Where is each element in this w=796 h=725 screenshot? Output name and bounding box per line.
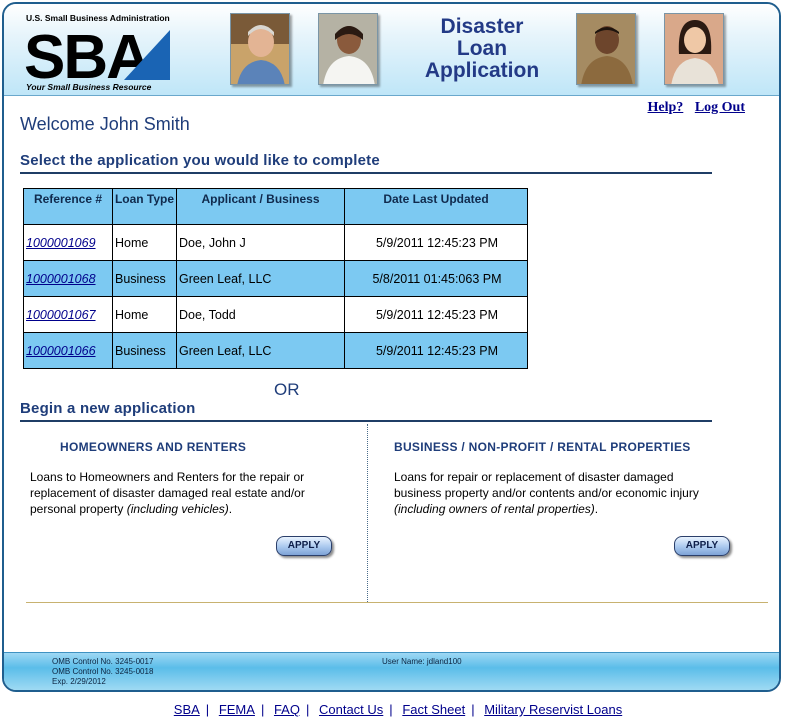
applicant-cell: Green Leaf, LLC bbox=[176, 332, 345, 369]
top-links: Help? Log Out bbox=[640, 100, 745, 116]
homeowners-panel: HOMEOWNERS AND RENTERS Loans to Homeowne… bbox=[20, 424, 367, 602]
nav-separator: | bbox=[305, 702, 310, 717]
nav-link-fema[interactable]: FEMA bbox=[219, 702, 255, 717]
omb-line: OMB Control No. 3245-0017 bbox=[52, 657, 154, 666]
column-header-loan-type: Loan Type bbox=[112, 188, 177, 225]
nav-separator: | bbox=[260, 702, 265, 717]
applicant-cell: Green Leaf, LLC bbox=[176, 260, 345, 297]
homeowners-heading: HOMEOWNERS AND RENTERS bbox=[60, 440, 247, 454]
omb-control-info: OMB Control No. 3245-0017 OMB Control No… bbox=[52, 657, 153, 687]
date-cell: 5/9/2011 12:45:23 PM bbox=[344, 332, 528, 369]
reference-link[interactable]: 1000001067 bbox=[26, 308, 96, 322]
section-divider bbox=[20, 420, 712, 422]
banner-title-line: Loan bbox=[456, 37, 508, 60]
nav-separator: | bbox=[471, 702, 475, 717]
banner-title-line: Application bbox=[424, 59, 540, 82]
business-description-end: . bbox=[594, 502, 599, 516]
photo-young-woman bbox=[664, 13, 724, 85]
business-description-italic: (including owners of rental properties) bbox=[394, 502, 595, 516]
photo-older-man bbox=[230, 13, 290, 85]
reference-cell: 1000001069 bbox=[23, 224, 113, 261]
applicant-cell: Doe, John J bbox=[176, 224, 345, 261]
new-application-panels: HOMEOWNERS AND RENTERS Loans to Homeowne… bbox=[20, 424, 764, 602]
section-divider bbox=[20, 172, 712, 174]
nav-link-sba[interactable]: SBA bbox=[174, 702, 200, 717]
welcome-message: Welcome John Smith bbox=[20, 114, 190, 134]
logo-tagline: Your Small Business Resource bbox=[26, 82, 152, 92]
business-description-text: Loans for repair or replacement of disas… bbox=[394, 470, 699, 500]
sba-logo[interactable]: U.S. Small Business Administration SBA Y… bbox=[20, 10, 170, 94]
omb-line: Exp. 2/29/2012 bbox=[52, 677, 106, 686]
loan-type-cell: Home bbox=[112, 296, 177, 333]
reference-link[interactable]: 1000001068 bbox=[26, 272, 96, 286]
table-row: 1000001068 Business Green Leaf, LLC 5/8/… bbox=[23, 260, 528, 297]
reference-cell: 1000001066 bbox=[23, 332, 113, 369]
apply-homeowners-button[interactable]: APPLY bbox=[276, 536, 332, 556]
apply-business-button[interactable]: APPLY bbox=[674, 536, 730, 556]
bottom-navigation: SBA | FEMA | FAQ | Contact Us | Fact Sheet | … bbox=[0, 702, 796, 717]
date-cell: 5/9/2011 12:45:23 PM bbox=[344, 224, 528, 261]
nav-separator: | bbox=[205, 702, 210, 717]
date-cell: 5/8/2011 01:45:063 PM bbox=[344, 260, 528, 297]
table-row: 1000001066 Business Green Leaf, LLC 5/9/… bbox=[23, 332, 528, 369]
nav-link-contact-us[interactable]: Contact Us bbox=[319, 702, 383, 717]
homeowners-description-italic: (including vehicles) bbox=[126, 502, 229, 516]
user-name-label: User Name: jdland100 bbox=[382, 657, 462, 666]
table-row: 1000001069 Home Doe, John J 5/9/2011 12:… bbox=[23, 224, 528, 261]
date-cell: 5/9/2011 12:45:23 PM bbox=[344, 296, 528, 333]
reference-cell: 1000001068 bbox=[23, 260, 113, 297]
reference-link[interactable]: 1000001066 bbox=[26, 344, 96, 358]
new-section-title: Begin a new application bbox=[20, 400, 196, 417]
applications-table: Reference # Loan Type Applicant / Busine… bbox=[23, 188, 528, 369]
table-row: 1000001067 Home Doe, Todd 5/9/2011 12:45… bbox=[23, 296, 528, 333]
homeowners-description: Loans to Homeowners and Renters for the … bbox=[30, 469, 320, 517]
banner-title-line: Disaster bbox=[440, 15, 524, 38]
nav-separator: | bbox=[389, 702, 393, 717]
loan-type-cell: Business bbox=[112, 332, 177, 369]
footer-band: OMB Control No. 3245-0017 OMB Control No… bbox=[4, 652, 779, 690]
or-separator: OR bbox=[274, 380, 300, 399]
header-banner: U.S. Small Business Administration SBA Y… bbox=[4, 4, 779, 96]
content-bottom-rule bbox=[26, 602, 768, 603]
photo-woman-chef bbox=[318, 13, 378, 85]
applicant-cell: Doe, Todd bbox=[176, 296, 345, 333]
business-heading: BUSINESS / NON-PROFIT / RENTAL PROPERTIE… bbox=[394, 440, 691, 454]
help-link[interactable]: Help? bbox=[648, 100, 684, 115]
omb-line: OMB Control No. 3245-0018 bbox=[52, 667, 154, 676]
nav-link-military-reservist-loans[interactable]: Military Reservist Loans bbox=[484, 702, 622, 717]
nav-link-fact-sheet[interactable]: Fact Sheet bbox=[402, 702, 465, 717]
business-panel: BUSINESS / NON-PROFIT / RENTAL PROPERTIE… bbox=[368, 424, 764, 602]
logout-link[interactable]: Log Out bbox=[695, 100, 745, 115]
column-header-applicant: Applicant / Business bbox=[176, 188, 345, 225]
loan-type-cell: Home bbox=[112, 224, 177, 261]
column-header-date: Date Last Updated bbox=[344, 188, 528, 225]
banner-title: Disaster Loan Application bbox=[412, 16, 552, 82]
select-section-title: Select the application you would like to… bbox=[20, 152, 380, 169]
photo-young-man bbox=[576, 13, 636, 85]
homeowners-description-end: . bbox=[228, 502, 233, 516]
column-header-reference: Reference # bbox=[23, 188, 113, 225]
business-description: Loans for repair or replacement of disas… bbox=[394, 469, 724, 517]
page-frame: U.S. Small Business Administration SBA Y… bbox=[2, 2, 781, 692]
sba-logo-mark: SBA bbox=[24, 23, 170, 84]
nav-link-faq[interactable]: FAQ bbox=[274, 702, 300, 717]
loan-type-cell: Business bbox=[112, 260, 177, 297]
reference-cell: 1000001067 bbox=[23, 296, 113, 333]
reference-link[interactable]: 1000001069 bbox=[26, 236, 96, 250]
